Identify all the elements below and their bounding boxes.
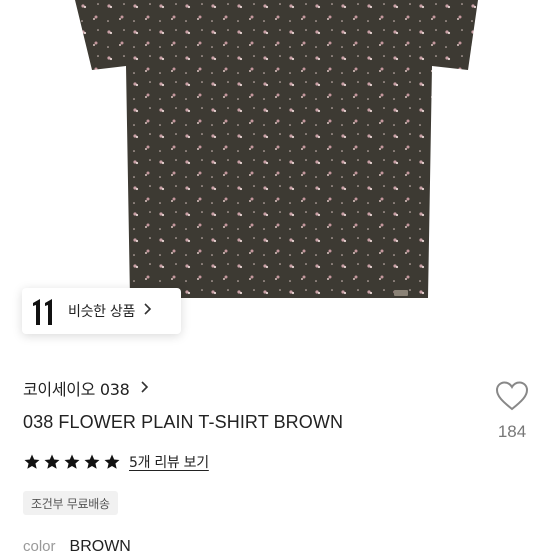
heart-icon — [494, 381, 530, 416]
brand-link[interactable]: 코이세이오 038 — [23, 376, 149, 400]
product-name: 038 FLOWER PLAIN T-SHIRT BROWN — [23, 412, 344, 432]
star-icon — [64, 454, 80, 469]
similar-products-button[interactable]: 비슷한 상품 — [22, 288, 181, 334]
star-icon — [84, 454, 100, 469]
logo-icon — [28, 294, 58, 328]
like-button[interactable]: 184 — [491, 380, 533, 442]
brand-name: 코이세이오 038 — [23, 380, 130, 399]
color-label: color — [23, 538, 56, 554]
star-icon — [44, 454, 60, 469]
star-icon — [104, 454, 120, 469]
like-count: 184 — [497, 422, 527, 441]
chevron-right-icon — [140, 379, 149, 398]
similar-products-label: 비슷한 상품 — [68, 304, 136, 320]
chevron-right-icon — [143, 302, 152, 320]
review-link[interactable]: 5개 리뷰 보기 — [129, 452, 209, 472]
color-row: color BROWN — [23, 538, 131, 554]
color-value: BROWN — [69, 538, 131, 554]
star-icon — [24, 454, 40, 469]
star-rating — [23, 453, 121, 471]
rating-row: 5개 리뷰 보기 — [23, 452, 209, 472]
shipping-badge: 조건부 무료배송 — [23, 491, 118, 515]
